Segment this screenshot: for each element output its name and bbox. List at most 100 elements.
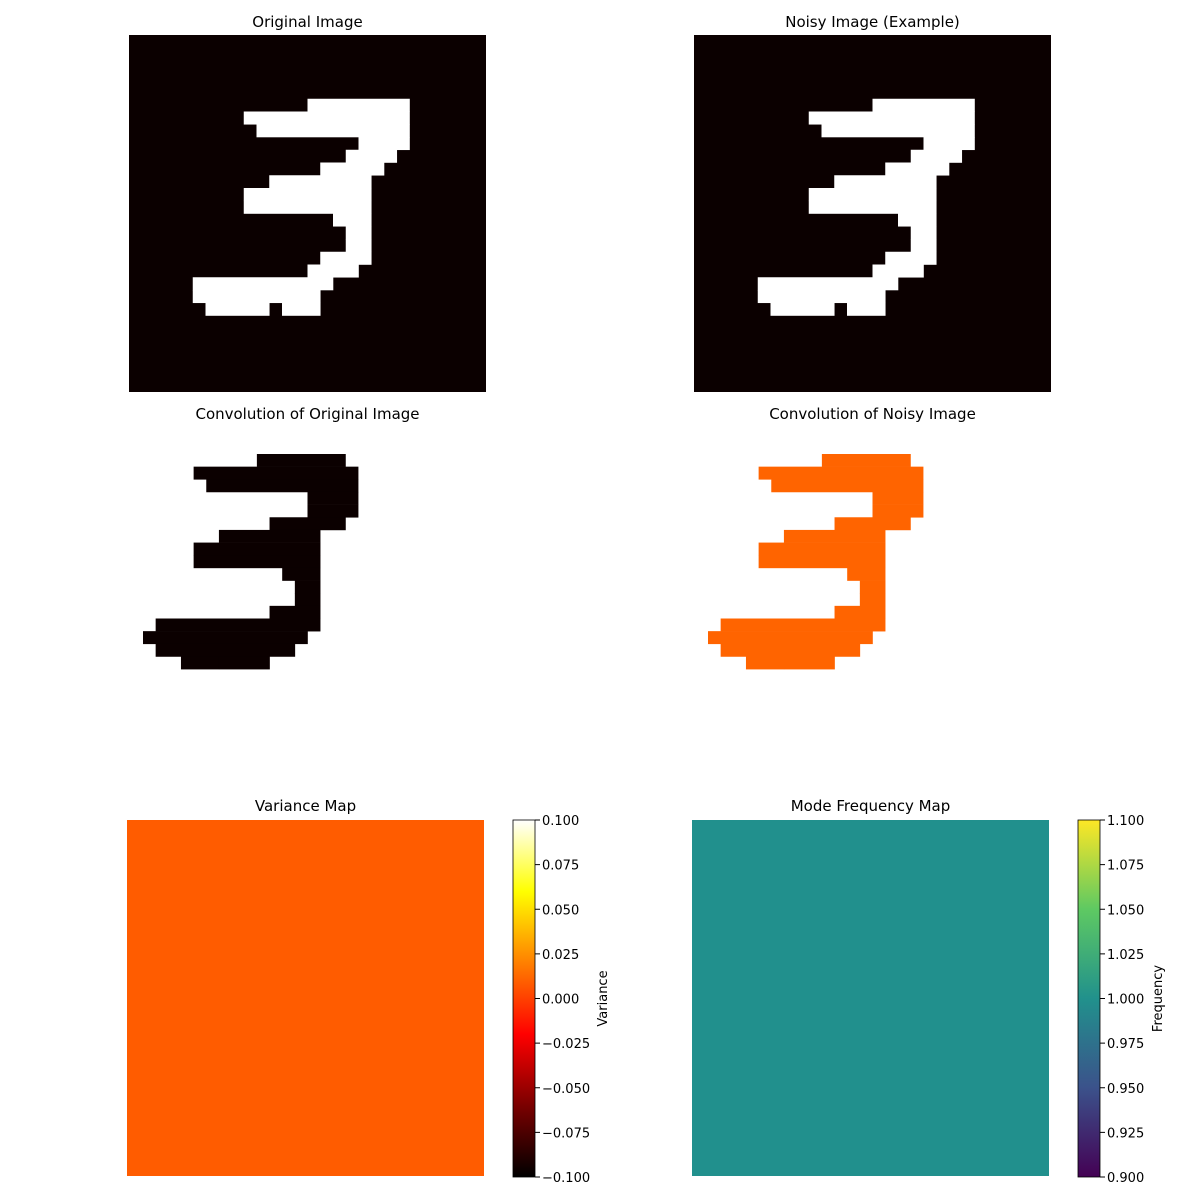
original-image-plot [129,35,486,392]
pixel-run [898,213,937,227]
pixel-run [333,213,372,227]
pixel-run [205,302,270,316]
pixel-run [758,466,924,480]
pixel-run [872,98,975,112]
pixel-run [193,542,321,556]
pixel-run [872,264,924,278]
pixel-run [143,631,308,645]
pixel-run [320,251,372,265]
pixel-run [155,643,296,657]
colorbar-tick-label: 0.900 [1107,1171,1144,1186]
pixel-run [294,593,321,607]
pixel-run [910,239,937,253]
pixel-run [256,454,346,467]
pixel-run [808,188,937,202]
colorbar-tick-label: 0.925 [1107,1126,1144,1141]
pixel-run [282,567,321,581]
pixel-run [808,111,975,125]
variance-colorbar-ticks: 0.100 0.075 0.050 0.025 0.000 −0.025 −0.050 −0.… [535,814,590,1186]
colorbar-tick-label: 0.975 [1107,1037,1144,1052]
panel-title-variance: Variance Map [255,797,356,815]
pixel-run [307,491,359,505]
pixel-run [307,504,359,518]
pixel-run [218,656,270,670]
pixel-run [282,302,321,316]
pixel-run [885,251,937,265]
pixel-run [783,656,835,670]
pixel-run [910,226,937,240]
pixel-run [243,188,372,202]
pixel-run [193,555,321,569]
pixel-run [307,264,359,278]
pixel-run [770,302,835,316]
colorbar-tick-label: 1.025 [1107,948,1144,963]
panel-title-original: Original Image [252,13,362,31]
panel-title-mode-frequency: Mode Frequency Map [791,797,951,815]
conv-original-plot [143,454,359,670]
colorbar-tick-label: 0.025 [542,948,579,963]
pixel-run [345,226,372,240]
pixel-run [243,111,410,125]
pixel-run [771,479,924,493]
panel-title-conv-noisy: Convolution of Noisy Image [769,405,976,423]
pixel-run [783,529,886,543]
colorbar-tick-label: −0.025 [542,1037,590,1052]
pixel-run [345,149,398,163]
pixel-run [834,517,911,531]
pixel-run [885,162,950,176]
pixel-run [847,567,886,581]
frequency-colorbar [1077,819,1101,1178]
pixel-run [206,479,359,493]
colorbar-tick-label: 0.000 [542,993,579,1008]
pixel-run [821,124,975,138]
pixel-run [155,618,321,632]
pixel-run [834,605,886,619]
colorbar-tick-label: 1.075 [1107,859,1144,874]
pixel-run [269,605,321,619]
colorbar-tick-label: −0.050 [542,1082,590,1097]
pixel-run [218,529,321,543]
pixel-run [243,200,372,214]
frequency-colorbar-label: Frequency [1151,965,1166,1032]
pixel-run [720,618,886,632]
pixel-run [180,656,220,670]
pixel-run [859,593,886,607]
variance-colorbar-label: Variance [596,970,611,1026]
pixel-run [923,137,975,151]
pixel-run [193,466,359,480]
pixel-run [758,555,886,569]
panel-title-conv-original: Convolution of Original Image [195,405,419,423]
pixel-run [307,98,410,112]
colorbar-tick-label: 0.050 [542,903,579,918]
mode-frequency-map-fill [692,820,1049,1176]
pixel-run [910,149,963,163]
noisy-image-plot [694,35,1051,392]
conv-noisy-plot [708,454,924,670]
pixel-run [708,631,873,645]
pixel-run [745,656,785,670]
pixel-run [872,491,924,505]
pixel-run [294,580,321,594]
pixel-run [358,137,410,151]
pixel-run [758,542,886,556]
pixel-run [256,124,410,138]
colorbar-tick-label: −0.075 [542,1126,590,1141]
pixel-run [847,302,886,316]
pixel-run [872,504,924,518]
pixel-run [345,239,372,253]
colorbar-tick-label: −0.100 [542,1171,590,1186]
variance-map-fill [127,820,484,1176]
colorbar-tick-label: 0.075 [542,859,579,874]
pixel-run [808,200,937,214]
variance-colorbar [512,819,536,1178]
colorbar-tick-label: 0.100 [542,814,579,829]
pixel-run [269,517,346,531]
colorbar-tick-label: 1.100 [1107,814,1144,829]
panel-title-noisy: Noisy Image (Example) [785,13,960,31]
pixel-run [192,290,321,304]
pixel-run [821,454,911,467]
pixel-run [720,643,861,657]
pixel-run [757,290,886,304]
pixel-run [834,175,937,189]
pixel-run [757,277,899,291]
